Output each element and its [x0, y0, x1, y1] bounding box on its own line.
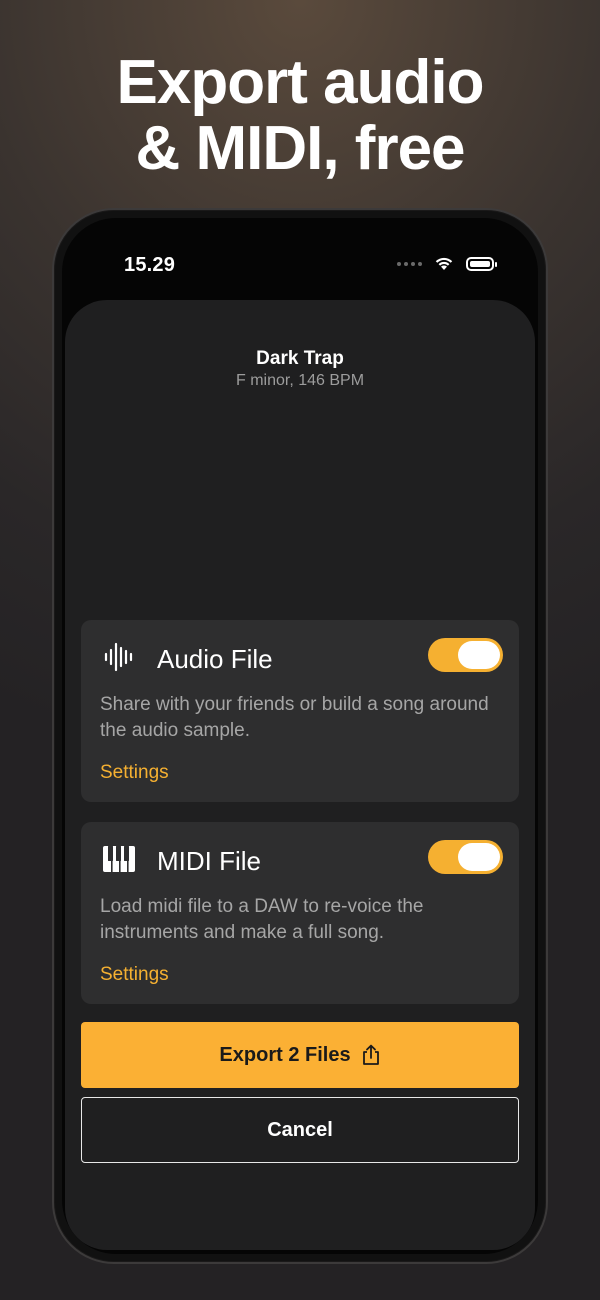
track-subtitle: F minor, 146 BPM [235, 372, 365, 389]
headline-line-1: Export audio [116, 48, 485, 117]
audio-file-toggle[interactable] [428, 638, 503, 672]
midi-settings-link[interactable]: Settings [100, 964, 169, 986]
midi-file-title: MIDI File [157, 846, 261, 876]
track-title: Dark Trap [256, 348, 344, 369]
headline-line-2: & MIDI, free [135, 114, 465, 183]
piano-keys-icon [103, 846, 135, 872]
export-sheet: Dark Trap F minor, 146 BPM Audio File Sh… [65, 300, 535, 1250]
audio-settings-link[interactable]: Settings [100, 762, 169, 784]
midi-file-card: MIDI File Load midi file to a DAW to re-… [81, 822, 519, 1004]
battery-icon [466, 256, 497, 271]
audio-file-card: Audio File Share with your friends or bu… [81, 620, 519, 802]
export-button[interactable]: Export 2 Files [81, 1022, 519, 1088]
cancel-button[interactable]: Cancel [81, 1097, 519, 1163]
status-time: 15.29 [124, 254, 176, 276]
audio-file-description: Share with your friends or build a song … [100, 694, 489, 741]
status-icons [397, 256, 497, 271]
toggle-knob [458, 641, 500, 669]
midi-file-description: Load midi file to a DAW to re-voice the … [100, 896, 424, 943]
headline: Export audio & MIDI, free [0, 50, 600, 182]
toggle-knob [458, 843, 500, 871]
signal-dots-icon [397, 261, 422, 266]
phone-frame: 15.29 Dark Trap F minor, 146 BPM Audio F… [52, 208, 548, 1264]
audio-file-title: Audio File [157, 644, 273, 674]
wifi-icon [435, 257, 453, 270]
midi-file-toggle[interactable] [428, 840, 503, 874]
export-button-label: Export 2 Files [219, 1043, 351, 1066]
share-icon [362, 1044, 379, 1065]
cancel-button-label: Cancel [267, 1118, 333, 1141]
phone-screen: 15.29 Dark Trap F minor, 146 BPM Audio F… [62, 218, 538, 1254]
waveform-icon [104, 642, 133, 672]
